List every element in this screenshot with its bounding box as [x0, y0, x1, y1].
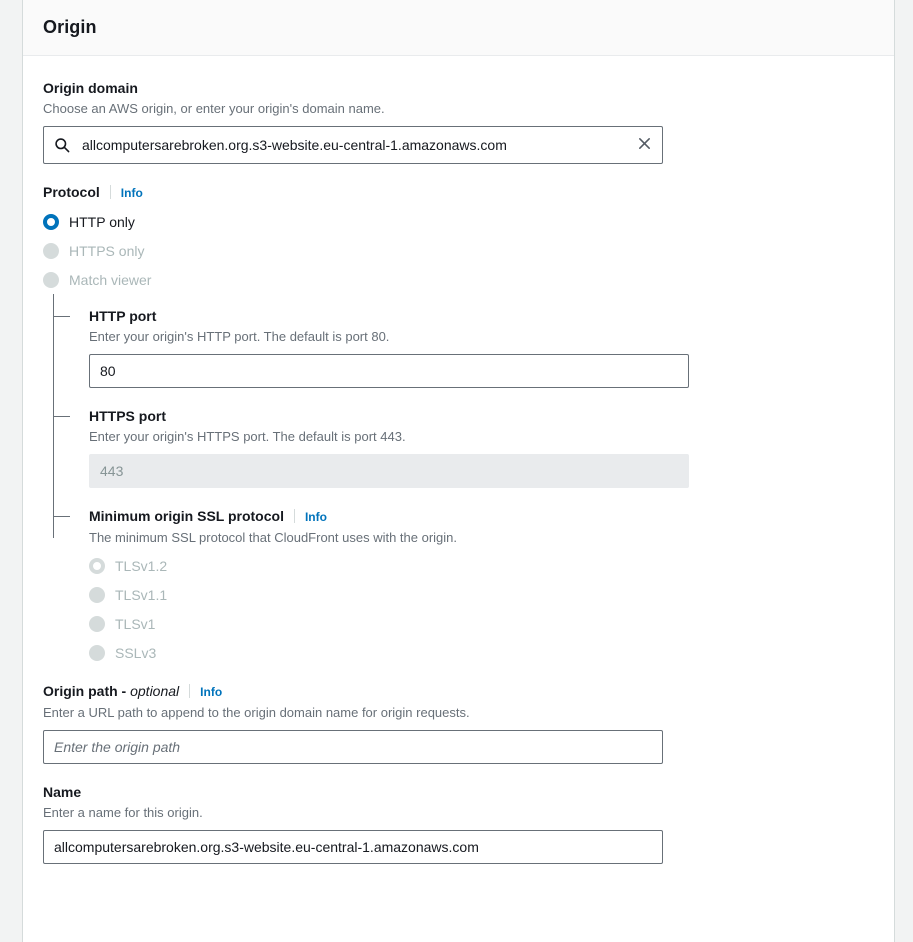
close-icon — [637, 136, 652, 154]
min-ssl-protocol-field: Minimum origin SSL protocol Info The min… — [53, 506, 874, 667]
origin-path-info-link[interactable]: Info — [200, 682, 222, 702]
origin-domain-label-row: Origin domain — [43, 78, 874, 98]
https-port-description: Enter your origin's HTTPS port. The defa… — [89, 429, 406, 444]
min-ssl-option-label: TLSv1.1 — [115, 586, 168, 603]
protocol-nested-settings: HTTP port Enter your origin's HTTP port.… — [53, 294, 874, 667]
protocol-option-http-only[interactable]: HTTP only — [43, 207, 874, 236]
http-port-input[interactable] — [89, 354, 689, 388]
http-port-input-wrap — [89, 354, 689, 388]
protocol-label: Protocol — [43, 184, 100, 200]
origin-domain-label: Origin domain — [43, 80, 138, 96]
http-port-description: Enter your origin's HTTP port. The defau… — [89, 329, 390, 344]
origin-path-input[interactable] — [43, 730, 663, 764]
min-ssl-option-label: SSLv3 — [115, 644, 157, 661]
card-body: Origin domain Choose an AWS origin, or e… — [23, 56, 894, 884]
https-port-input-wrap — [89, 454, 689, 488]
radio-icon-checked-disabled — [89, 557, 105, 574]
origin-settings-page: Origin Origin domain Choose an AWS origi… — [0, 0, 913, 942]
origin-name-field: Name Enter a name for this origin. — [43, 782, 874, 864]
label-divider — [293, 509, 295, 523]
https-port-label: HTTPS port — [89, 408, 166, 424]
min-ssl-description: The minimum SSL protocol that CloudFront… — [89, 530, 458, 545]
protocol-field: Protocol Info HTTP only HTTPS only Match… — [43, 182, 874, 294]
origin-name-label: Name — [43, 784, 82, 800]
origin-path-description: Enter a URL path to append to the origin… — [43, 705, 470, 720]
origin-path-label-row: Origin path - optional Info — [43, 681, 874, 702]
http-port-field: HTTP port Enter your origin's HTTP port.… — [53, 306, 874, 388]
min-ssl-option-tlsv1: TLSv1 — [89, 609, 874, 638]
protocol-option-match-viewer: Match viewer — [43, 265, 874, 294]
min-ssl-option-sslv3: SSLv3 — [89, 638, 874, 667]
https-port-label-row: HTTPS port — [89, 406, 874, 426]
https-port-input — [89, 454, 689, 488]
radio-icon-disabled — [89, 644, 105, 661]
min-ssl-protocol-label: Minimum origin SSL protocol — [89, 508, 284, 524]
protocol-option-label: HTTP only — [69, 213, 135, 230]
origin-path-optional-text: optional — [130, 683, 180, 699]
page-title: Origin — [43, 17, 97, 37]
min-ssl-option-tlsv12: TLSv1.2 — [89, 551, 874, 580]
http-port-label: HTTP port — [89, 308, 157, 324]
origin-path-label: Origin path - optional — [43, 681, 179, 701]
radio-icon-disabled — [43, 271, 59, 288]
radio-icon-disabled — [89, 586, 105, 603]
min-ssl-option-label: TLSv1 — [115, 615, 156, 632]
origin-domain-input[interactable] — [43, 126, 663, 164]
min-ssl-option-label: TLSv1.2 — [115, 557, 168, 574]
label-divider — [189, 684, 191, 698]
protocol-option-https-only: HTTPS only — [43, 236, 874, 265]
origin-card: Origin Origin domain Choose an AWS origi… — [22, 0, 895, 942]
min-ssl-info-link[interactable]: Info — [305, 507, 327, 527]
protocol-info-link[interactable]: Info — [121, 183, 143, 203]
radio-icon-disabled — [43, 242, 59, 259]
radio-icon-checked — [43, 213, 59, 230]
connector-stub — [53, 316, 70, 317]
origin-name-input[interactable] — [43, 830, 663, 864]
min-ssl-label-row: Minimum origin SSL protocol Info — [89, 506, 874, 527]
origin-path-label-text: Origin path - — [43, 683, 131, 699]
origin-path-field: Origin path - optional Info Enter a URL … — [43, 681, 874, 764]
protocol-label-row: Protocol Info — [43, 182, 874, 203]
min-ssl-option-tlsv11: TLSv1.1 — [89, 580, 874, 609]
connector-stub — [53, 416, 70, 417]
https-port-field: HTTPS port Enter your origin's HTTPS por… — [53, 406, 874, 488]
protocol-option-label: HTTPS only — [69, 242, 145, 259]
origin-domain-input-wrap — [43, 126, 663, 164]
card-header: Origin — [23, 0, 894, 56]
origin-domain-description: Choose an AWS origin, or enter your orig… — [43, 101, 385, 116]
label-divider — [109, 185, 111, 199]
origin-name-input-wrap — [43, 830, 663, 864]
protocol-radio-group: HTTP only HTTPS only Match viewer — [43, 207, 874, 294]
protocol-option-label: Match viewer — [69, 271, 152, 288]
origin-name-label-row: Name — [43, 782, 874, 802]
radio-icon-disabled — [89, 615, 105, 632]
connector-stub — [53, 516, 70, 517]
clear-origin-domain-button[interactable] — [626, 127, 662, 163]
origin-path-input-wrap — [43, 730, 663, 764]
http-port-label-row: HTTP port — [89, 306, 874, 326]
min-ssl-radio-group: TLSv1.2 TLSv1.1 TLSv1 SSLv3 — [89, 551, 874, 667]
origin-domain-field: Origin domain Choose an AWS origin, or e… — [43, 78, 874, 164]
origin-name-description: Enter a name for this origin. — [43, 805, 203, 820]
